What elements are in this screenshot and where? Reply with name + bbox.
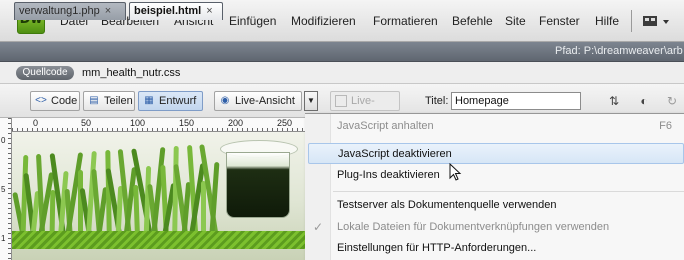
- menu-item-label: Testserver als Dokumentenquelle verwende…: [337, 199, 557, 211]
- menu-item-http-einstellungen[interactable]: Einstellungen für HTTP-Anforderungen...: [331, 238, 684, 259]
- code-view-label: Code: [51, 95, 78, 107]
- menu-einfuegen[interactable]: Einfügen: [229, 14, 276, 28]
- ruler-mark: 1: [1, 234, 6, 243]
- source-code-button[interactable]: Quellcode: [16, 66, 74, 80]
- file-management-icon[interactable]: ⇅: [605, 92, 623, 110]
- close-icon[interactable]: ×: [206, 5, 212, 17]
- tab-beispiel[interactable]: beispiel.html ×: [129, 2, 223, 20]
- menu-icon-gutter: [305, 114, 331, 260]
- ruler-mark: 250: [277, 118, 293, 128]
- design-view-label: Entwurf: [159, 95, 197, 107]
- grass-blade: [49, 189, 55, 233]
- menu-item-label: Plug-Ins deaktivieren: [337, 169, 440, 181]
- document-path: Pfad: P:\dreamweaver\arb: [555, 45, 683, 57]
- ruler-mark: 5: [1, 185, 6, 194]
- menu-item-javascript-anhalten[interactable]: JavaScript anhalten F6: [331, 116, 684, 137]
- refresh-icon[interactable]: ↻: [663, 92, 681, 110]
- layout-grid-icon: [643, 16, 669, 26]
- menu-item-testserver[interactable]: Testserver als Dokumentenquelle verwende…: [331, 195, 684, 216]
- tab-label: beispiel.html: [134, 5, 202, 17]
- horizontal-ruler: [12, 118, 306, 132]
- checkmark-icon: ✓: [313, 220, 324, 234]
- design-icon: ▦: [144, 95, 154, 106]
- code-view-button[interactable]: <> Code: [30, 91, 80, 111]
- ruler-mark: 100: [130, 118, 146, 128]
- menu-item-label: JavaScript anhalten: [337, 120, 434, 132]
- live-view-label: Live-Ansicht: [235, 95, 295, 107]
- split-view-button[interactable]: ▤ Teilen: [83, 91, 135, 111]
- layout-switcher-button[interactable]: [641, 12, 679, 30]
- menu-modifizieren[interactable]: Modifizieren: [291, 14, 356, 28]
- wheatgrass-glass: [226, 152, 290, 218]
- green-stripe-banner: [12, 231, 306, 249]
- menu-formatieren[interactable]: Formatieren: [373, 14, 438, 28]
- live-code-icon: [335, 95, 347, 107]
- ruler-mark: 150: [179, 118, 195, 128]
- live-code-button[interactable]: Live-Code: [330, 91, 400, 125]
- live-view-icon: ◉: [220, 95, 230, 106]
- menu-item-shortcut: F6: [659, 120, 672, 132]
- close-icon[interactable]: ×: [105, 5, 111, 17]
- related-file-css[interactable]: mm_health_nutr.css: [82, 67, 180, 79]
- live-view-dropdown[interactable]: ▼: [304, 91, 318, 111]
- split-view-label: Teilen: [104, 95, 133, 107]
- menu-item-plugins-deaktivieren[interactable]: Plug-Ins deaktivieren: [331, 165, 684, 186]
- title-label: Titel:: [425, 95, 449, 107]
- live-view-button[interactable]: ◉ Live-Ansicht: [214, 91, 302, 111]
- title-field[interactable]: [451, 92, 581, 110]
- menu-item-label: JavaScript deaktivieren: [338, 148, 452, 160]
- menu-fenster[interactable]: Fenster: [539, 14, 580, 28]
- menu-item-lokale-dateien[interactable]: Lokale Dateien für Dokumentverknüpfungen…: [331, 217, 684, 238]
- preview-browser-icon[interactable]: ◐: [635, 92, 653, 110]
- menu-item-label: Lokale Dateien für Dokumentverknüpfungen…: [337, 221, 610, 233]
- chevron-down-icon: ▼: [307, 96, 315, 105]
- tab-verwaltung1[interactable]: verwaltung1.php ×: [14, 2, 126, 20]
- menu-befehle[interactable]: Befehle: [452, 14, 493, 28]
- grass-blade: [200, 181, 206, 232]
- menu-item-javascript-deaktivieren[interactable]: JavaScript deaktivieren: [308, 143, 684, 164]
- menu-item-label: Einstellungen für HTTP-Anforderungen...: [337, 242, 537, 254]
- tab-label: verwaltung1.php: [19, 5, 100, 17]
- ruler-mark: 200: [228, 118, 244, 128]
- menu-separator: [631, 10, 632, 32]
- menu-site[interactable]: Site: [505, 14, 526, 28]
- ruler-mark: 0: [33, 118, 39, 128]
- menu-separator: [333, 191, 684, 192]
- ruler-mark: 50: [81, 118, 92, 128]
- code-icon: <>: [35, 95, 47, 106]
- ruler-mark: 0: [1, 136, 6, 145]
- menu-hilfe[interactable]: Hilfe: [595, 14, 619, 28]
- design-view-button[interactable]: ▦ Entwurf: [138, 91, 203, 111]
- split-icon: ▤: [89, 95, 99, 106]
- mouse-cursor-icon: [449, 163, 462, 181]
